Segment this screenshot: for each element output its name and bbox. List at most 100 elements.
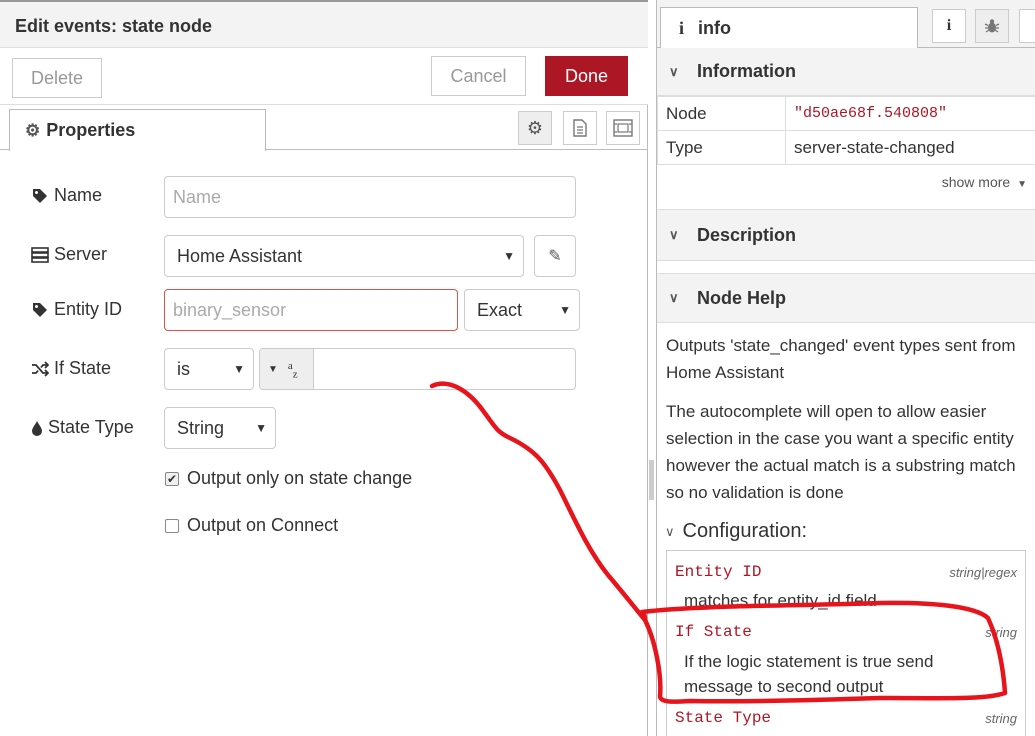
config-prop-name: If State (675, 623, 752, 641)
pencil-icon: ✎ (548, 246, 561, 266)
entity-id-input[interactable]: binary_sensor (164, 289, 458, 331)
name-placeholder: Name (173, 187, 221, 208)
node-appearance-button[interactable] (606, 111, 640, 145)
output-on-change-checkbox[interactable]: ✔ (165, 472, 179, 486)
document-icon (572, 119, 588, 137)
tag-icon (30, 186, 50, 206)
tray-header: Edit events: state node (0, 2, 648, 48)
configuration-heading[interactable]: ∨ Configuration: (665, 520, 807, 543)
droplet-icon (30, 418, 44, 438)
server-value: Home Assistant (177, 246, 302, 267)
output-on-connect-label: Output on Connect (187, 515, 338, 536)
sidebar-tab-overflow[interactable] (1019, 9, 1035, 43)
tab-info-label: info (698, 18, 731, 39)
server-row-label: Server (30, 244, 107, 265)
tab-properties-label: Properties (46, 120, 135, 141)
output-on-connect-checkbox[interactable] (165, 519, 179, 533)
tray-title: Edit events: state node (15, 16, 212, 37)
tab-properties[interactable]: ⚙ Properties (9, 109, 266, 151)
configuration-list: Entity ID string|regex matches for entit… (666, 550, 1026, 736)
chevron-down-icon: ▼ (233, 362, 245, 376)
gear-icon: ⚙ (527, 118, 543, 139)
info-key: Node (658, 97, 786, 131)
edit-tray: Edit events: state node Delete Cancel Do… (0, 0, 648, 736)
name-input[interactable]: Name (164, 176, 576, 218)
node-appearance-icon (613, 119, 633, 137)
chevron-down-icon: ∨ (669, 64, 687, 80)
server-icon (30, 245, 50, 265)
table-row: Type server-state-changed (658, 131, 1035, 165)
type-selector[interactable]: ▼ az (260, 349, 314, 389)
show-more-label: show more (942, 174, 1010, 190)
node-help-section-title: Node Help (697, 288, 786, 309)
debug-tab-button[interactable] (975, 9, 1009, 43)
info-sidebar: i info i ∨ Information Node "d50ae68f.54… (656, 0, 1035, 736)
chevron-down-icon: ▼ (255, 421, 267, 435)
config-prop-type: string (985, 711, 1017, 726)
chevron-down-icon: ▼ (503, 249, 515, 263)
description-section-header[interactable]: ∨ Description (657, 209, 1035, 261)
info-icon: i (947, 17, 951, 35)
node-help-section-header[interactable]: ∨ Node Help (657, 273, 1035, 323)
sidebar-tabbar: i info i (657, 0, 1035, 48)
ifstate-operator-value: is (177, 359, 190, 380)
name-row-label: Name (30, 185, 102, 206)
output-on-connect-row[interactable]: Output on Connect (165, 515, 338, 536)
entity-id-placeholder: binary_sensor (173, 300, 286, 321)
string-type-icon: az (288, 360, 298, 380)
ifstate-row-label: If State (30, 358, 111, 379)
information-section-header[interactable]: ∨ Information (657, 48, 1035, 96)
tag-icon (30, 300, 50, 320)
tab-info[interactable]: i info (660, 7, 918, 49)
entity-row-label: Entity ID (30, 299, 122, 320)
done-button[interactable]: Done (545, 56, 628, 96)
node-description-button[interactable] (563, 111, 597, 145)
config-prop-name: State Type (675, 709, 771, 727)
shuffle-icon (30, 359, 50, 379)
node-info-table: Node "d50ae68f.540808" Type server-state… (657, 96, 1035, 165)
cancel-button[interactable]: Cancel (431, 56, 526, 96)
gear-icon: ⚙ (25, 121, 40, 141)
tray-resize-handle[interactable] (649, 460, 654, 500)
ifstate-value-input[interactable]: ▼ az (259, 348, 576, 390)
statetype-value: String (177, 418, 224, 439)
config-prop-name: Entity ID (675, 563, 761, 581)
info-value-node-id[interactable]: "d50ae68f.540808" (786, 97, 1035, 131)
chevron-down-icon: ∨ (669, 227, 687, 243)
tray-tabbar: ⚙ Properties ⚙ (0, 105, 648, 150)
statetype-label: State Type (48, 417, 134, 438)
tray-toolbar: Delete Cancel Done (0, 48, 648, 105)
ifstate-operator-select[interactable]: is ▼ (164, 348, 254, 390)
entity-match-value: Exact (477, 300, 522, 321)
output-on-change-row[interactable]: ✔ Output only on state change (165, 468, 412, 489)
ifstate-label: If State (54, 358, 111, 379)
description-section-title: Description (697, 225, 796, 246)
edit-server-button[interactable]: ✎ (534, 235, 576, 277)
output-on-change-label: Output only on state change (187, 468, 412, 489)
entity-match-select[interactable]: Exact ▼ (464, 289, 580, 331)
config-prop-desc: If the logic statement is true send mess… (684, 649, 1004, 699)
config-prop-type: string|regex (949, 565, 1017, 580)
server-label: Server (54, 244, 107, 265)
bug-icon (984, 18, 1000, 34)
caret-down-icon: ▼ (268, 364, 278, 375)
node-settings-button[interactable]: ⚙ (518, 111, 552, 145)
entity-label: Entity ID (54, 299, 122, 320)
config-prop-type: string (985, 625, 1017, 640)
delete-button[interactable]: Delete (12, 58, 102, 98)
info-key: Type (658, 131, 786, 165)
info-tab-button[interactable]: i (932, 9, 966, 43)
caret-down-icon: ▼ (1017, 179, 1027, 190)
statetype-select[interactable]: String ▼ (164, 407, 276, 449)
table-row: Node "d50ae68f.540808" (658, 97, 1035, 131)
config-prop-desc: matches for entity_id field (684, 588, 1004, 613)
statetype-row-label: State Type (30, 417, 134, 438)
info-value-type: server-state-changed (786, 131, 1035, 165)
server-select[interactable]: Home Assistant ▼ (164, 235, 524, 277)
chevron-down-icon: ∨ (665, 524, 675, 540)
help-paragraph-1: Outputs 'state_changed' event types sent… (666, 332, 1024, 386)
info-icon: i (679, 18, 684, 39)
help-paragraph-2: The autocomplete will open to allow easi… (666, 398, 1024, 506)
show-more-link[interactable]: show more ▼ (942, 174, 1027, 190)
information-section-title: Information (697, 61, 796, 82)
